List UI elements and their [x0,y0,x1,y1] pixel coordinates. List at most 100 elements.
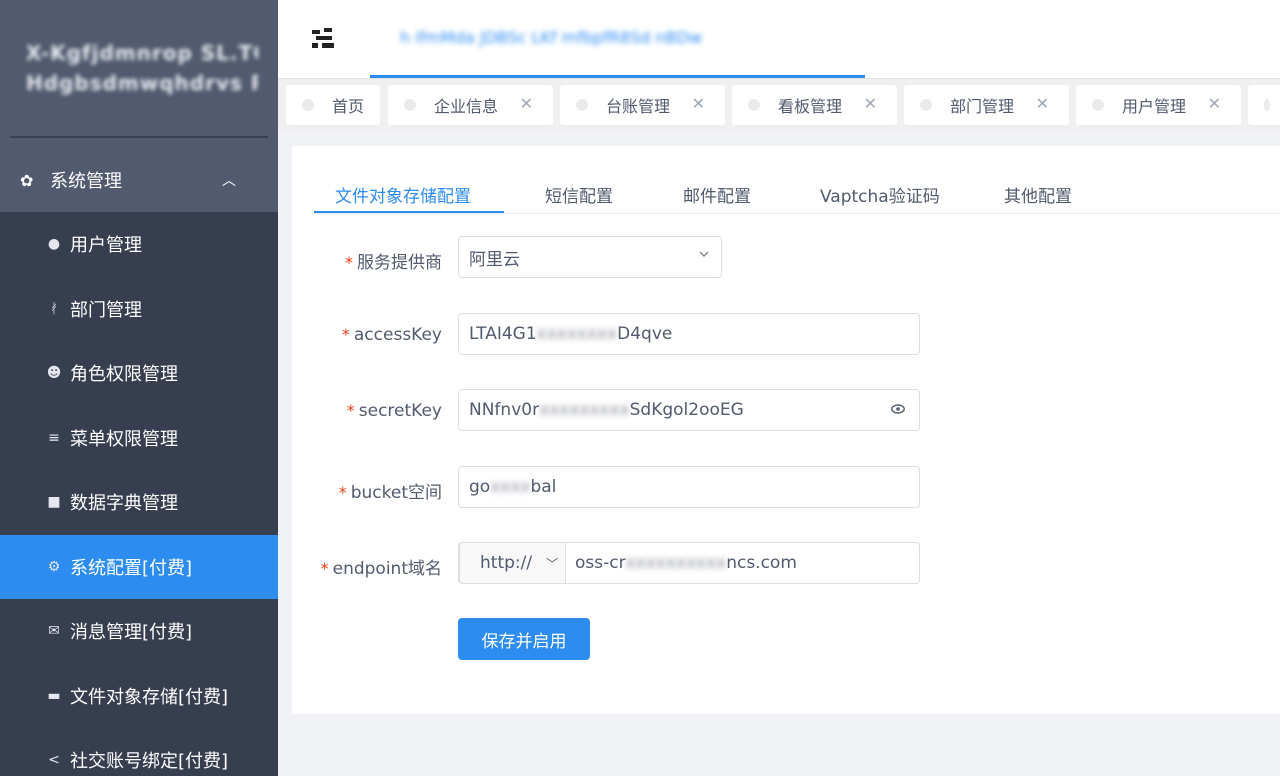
sidebar-item-label: 角色权限管理 [70,364,178,386]
tag-label: 首页 [332,97,365,116]
tag-label: 台账管理 [606,97,671,116]
access-key-prefix: LTAI4G1 [469,324,537,344]
close-icon[interactable]: ✕ [1036,94,1049,113]
tag-label: 看板管理 [778,97,843,116]
tab-vaptcha[interactable]: Vaptcha验证码 [820,182,940,207]
tag-dot-icon [1264,99,1270,111]
access-key-input[interactable]: LTAI4G1 xxxxxxxx D4qve [458,313,920,355]
secret-key-label: * secretKey [346,401,442,421]
logo-line-1: X-Kgfjdmnrop SL.TC [26,41,258,65]
tag-dot-icon [748,99,760,111]
sidebar-item-label: 社交账号绑定[付费] [70,751,229,773]
access-key-masked: xxxxxxxx [536,324,618,344]
tag-overflow[interactable] [1248,85,1280,125]
secret-key-input[interactable]: NNfnv0r xxxxxxxxx SdKgol2ooEG [458,389,920,431]
required-mark: * [346,401,355,420]
provider-value: 阿里云 [469,249,520,270]
config-tabs: 文件对象存储配置 短信配置 邮件配置 Vaptcha验证码 其他配置 [314,172,1280,214]
chevron-down-icon [699,251,709,257]
active-tab-indicator [314,211,504,213]
sidebar-item-departments[interactable]: ᚯ 部门管理 [0,276,278,341]
tag-departments[interactable]: 部门管理 ✕ [904,85,1069,125]
tag-dot-icon [302,99,314,111]
sidebar-item-menus[interactable]: ≡ 菜单权限管理 [0,405,278,470]
close-icon[interactable]: ✕ [520,94,533,113]
sidebar-item-messages[interactable]: ✉ 消息管理[付费] [0,599,278,664]
tag-home[interactable]: 首页 [286,85,380,125]
submenu-label: 系统管理 [50,171,122,192]
endpoint-input[interactable]: http:// ﹀ oss-cr xxxxxxxxxx ncs.com [458,542,920,584]
sidebar-item-label: 菜单权限管理 [70,428,178,450]
breadcrumb: h ifmMda JDBSc LKf mfbpfR8Sd nBDw [400,28,703,47]
sidebar-item-system-config[interactable]: ⚙ 系统配置[付费] [0,534,278,599]
sidebar-item-label: 文件对象存储[付费] [70,686,229,708]
sidebar-item-label: 数据字典管理 [70,493,178,515]
bucket-prefix: go [469,477,491,497]
users-icon: ☻ [46,365,62,382]
chevron-down-icon: ﹀ [546,556,559,571]
tag-dot-icon [576,99,588,111]
tag-dot-icon [1092,99,1104,111]
protocol-select[interactable]: http:// ﹀ [459,542,566,584]
tag-ledger[interactable]: 台账管理 ✕ [560,85,725,125]
bucket-input[interactable]: go xxxx bal [458,466,920,508]
tab-sms-config[interactable]: 短信配置 [545,182,613,207]
tab-oss-config[interactable]: 文件对象存储配置 [335,182,471,207]
book-icon: ■ [47,494,61,511]
endpoint-suffix: ncs.com [726,553,797,573]
header-nav-active[interactable]: h ifmMda JDBSc LKf mfbpfR8Sd nBDw [370,0,865,78]
sidebar-item-dictionary[interactable]: ■ 数据字典管理 [0,470,278,535]
secret-key-suffix: SdKgol2ooEG [629,400,744,420]
secret-key-prefix: NNfnv0r [469,400,540,420]
provider-select[interactable]: 阿里云 [458,236,722,278]
tag-users[interactable]: 用户管理 ✕ [1076,85,1241,125]
sidebar-item-label: 系统配置[付费] [70,557,193,579]
required-mark: * [320,559,329,578]
logo[interactable]: X-Kgfjdmnrop SL.TC Hdgbsdmwqhdrvs RM [0,0,278,136]
eye-icon[interactable] [891,404,905,414]
secret-key-masked: xxxxxxxxx [539,400,630,420]
sidebar-item-file-storage[interactable]: ▬ 文件对象存储[付费] [0,663,278,728]
protocol-value: http:// [480,553,533,573]
tags-bar: 首页 企业信息 ✕ 台账管理 ✕ 看板管理 ✕ 部门管理 ✕ 用户管理 ✕ [278,78,1280,132]
tag-dashboard[interactable]: 看板管理 ✕ [732,85,897,125]
tag-label: 部门管理 [950,97,1015,116]
tab-other-config[interactable]: 其他配置 [1004,182,1072,207]
bucket-label: * bucket空间 [338,483,442,503]
collapse-menu-icon[interactable] [310,26,336,52]
tag-dot-icon [404,99,416,111]
endpoint-masked: xxxxxxxxxx [625,553,727,573]
sidebar-item-roles[interactable]: ☻ 角色权限管理 [0,341,278,406]
sidebar-item-users[interactable]: ● 用户管理 [0,212,278,277]
close-icon[interactable]: ✕ [692,94,705,113]
config-card: 文件对象存储配置 短信配置 邮件配置 Vaptcha验证码 其他配置 * 服务提供… [292,146,1280,714]
endpoint-label: * endpoint域名 [320,559,442,579]
close-icon[interactable]: ✕ [1208,94,1221,113]
access-key-suffix: D4qve [617,324,673,344]
provider-label: * 服务提供商 [345,253,442,273]
submenu-system-management[interactable]: ✿ 系统管理 ︿ [0,148,278,212]
sidebar-item-label: 消息管理[付费] [70,622,193,644]
share-icon: < [48,752,60,769]
logo-line-2: Hdgbsdmwqhdrvs RM [26,71,258,95]
tag-label: 企业信息 [434,97,499,116]
tab-email-config[interactable]: 邮件配置 [683,182,751,207]
required-mark: * [345,253,353,272]
chevron-up-icon: ︿ [222,173,236,189]
required-mark: * [341,325,350,344]
sidebar-item-social-binding[interactable]: < 社交账号绑定[付费] [0,728,278,776]
settings-icon: ⚙ [47,558,61,575]
sidebar-item-label: 用户管理 [70,235,142,257]
save-and-enable-button[interactable]: 保存并启用 [458,618,590,660]
close-icon[interactable]: ✕ [864,94,877,113]
menu-icon: ≡ [48,429,60,446]
gear-icon: ✿ [20,170,34,190]
tag-label: 用户管理 [1122,97,1187,116]
mail-icon: ✉ [48,623,60,640]
required-mark: * [338,483,347,502]
tag-company-info[interactable]: 企业信息 ✕ [388,85,553,125]
sidebar-item-label: 部门管理 [70,299,142,321]
folder-icon: ▬ [47,687,61,704]
access-key-label: * accessKey [341,325,442,345]
logo-divider [10,136,268,138]
